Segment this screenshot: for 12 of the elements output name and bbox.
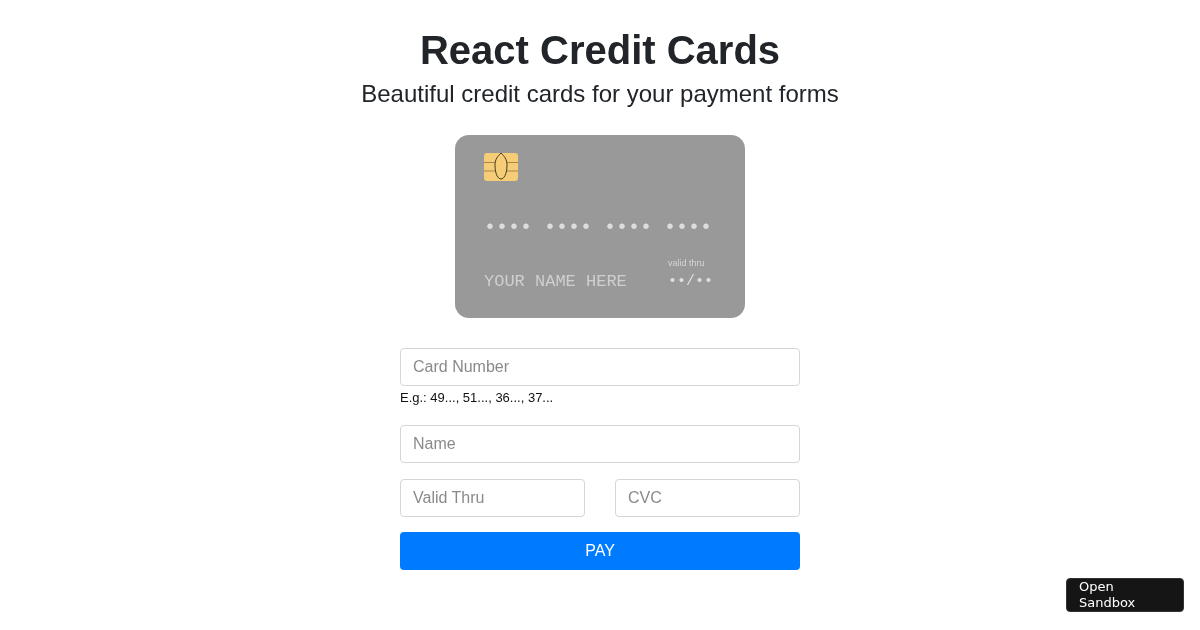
page-title: React Credit Cards <box>419 27 781 74</box>
open-sandbox-button[interactable]: Open Sandbox <box>1066 578 1184 612</box>
input-field[interactable]: CVC <box>615 478 800 517</box>
page-subtitle: Beautiful credit cards for your payment forms <box>361 80 839 109</box>
input-field[interactable]: Valid Thru <box>400 478 585 517</box>
hint-text: E.g.: 49..., 51..., 36..., 37... <box>400 390 555 406</box>
chip-icon <box>484 152 518 181</box>
input-field[interactable]: Card Number <box>400 347 800 386</box>
input-field[interactable]: Name <box>400 424 800 463</box>
card-number-text: •••• •••• •••• •••• <box>484 217 713 238</box>
pay-button[interactable]: PAY <box>400 531 800 570</box>
expiry-text: ••/•• <box>668 273 713 289</box>
